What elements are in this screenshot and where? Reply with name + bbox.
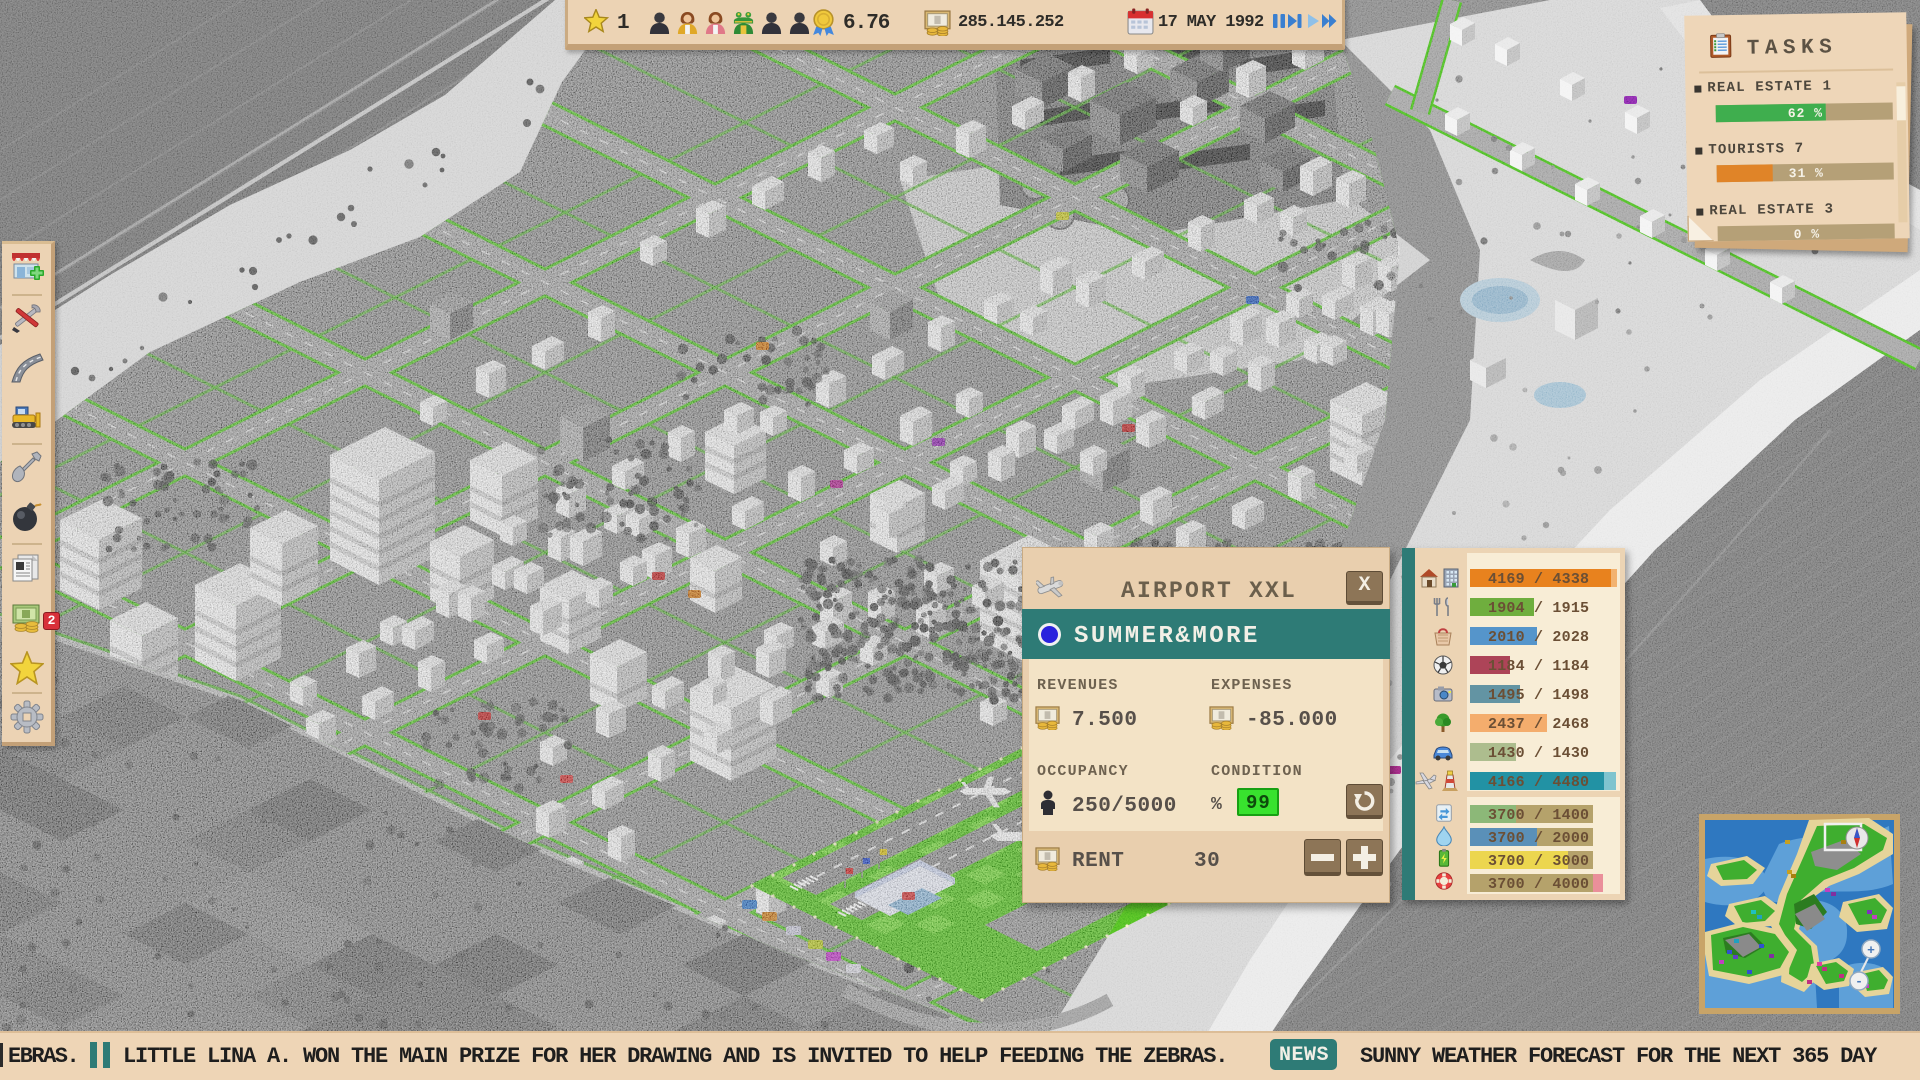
svg-text:+: + <box>1867 943 1875 958</box>
svg-text:-: - <box>1855 974 1863 989</box>
